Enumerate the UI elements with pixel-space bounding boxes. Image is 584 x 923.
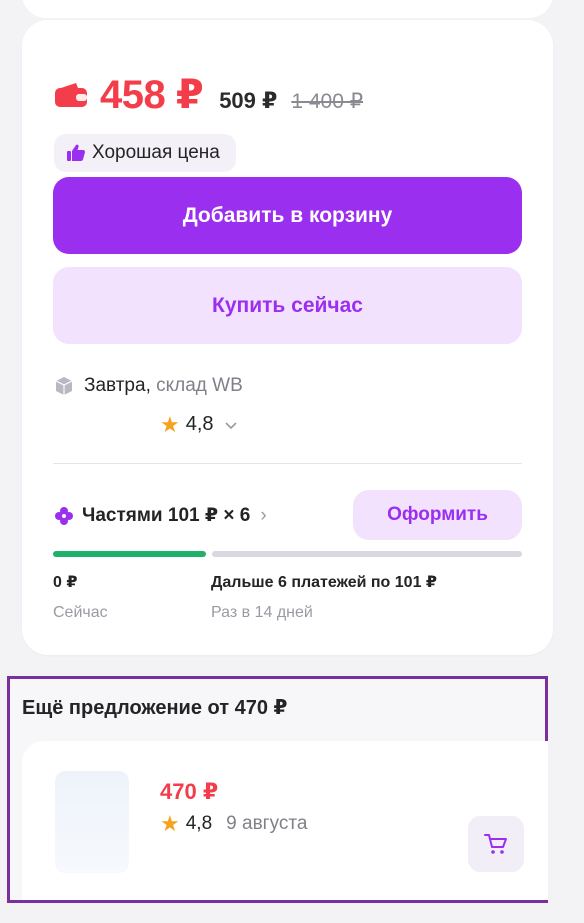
cart-icon	[484, 834, 507, 854]
other-offer-meta: ★ 4,8 9 августа	[160, 813, 307, 835]
payment-later-label: Раз в 14 дней	[211, 604, 313, 621]
wallet-icon	[55, 83, 87, 107]
seller-rating[interactable]: ★ 4,8	[160, 413, 238, 436]
clover-icon	[55, 506, 73, 525]
price-old: 1 400 ₽	[291, 90, 364, 113]
price-without-wallet: 509 ₽	[219, 88, 278, 113]
product-thumbnail[interactable]	[55, 771, 129, 873]
payment-now-label: Сейчас	[53, 604, 108, 621]
delivery-info: Завтра, склад WB	[54, 375, 243, 397]
chevron-down-icon	[224, 421, 237, 429]
installments-label: Частями 101 ₽ × 6	[82, 505, 251, 526]
good-price-label: Хорошая цена	[92, 142, 220, 163]
delivery-separator: ,	[145, 375, 151, 396]
divider	[53, 463, 522, 464]
payment-now-amount: 0 ₽	[53, 574, 78, 591]
payment-now: 0 ₽ Сейчас	[53, 572, 108, 622]
star-icon: ★	[160, 811, 180, 836]
other-offer-title: Ещё предложение от 470 ₽	[22, 697, 288, 719]
good-price-badge: Хорошая цена	[54, 134, 236, 172]
installments-progress-rest	[212, 551, 522, 557]
delivery-day: Завтра	[84, 375, 146, 396]
installments-progress-done	[53, 551, 206, 557]
chevron-right-icon: ›	[260, 504, 267, 526]
seller-rating-value: 4,8	[185, 413, 214, 435]
installments-link[interactable]: Частями 101 ₽ × 6 ›	[54, 504, 267, 527]
other-offer-card[interactable]: 470 ₽ ★ 4,8 9 августа	[22, 741, 548, 900]
delivery-source: склад WB	[156, 375, 243, 396]
add-to-cart-icon-button[interactable]	[468, 816, 524, 872]
star-icon: ★	[160, 411, 180, 437]
other-offer-rating: 4,8	[185, 813, 213, 834]
payment-later: Дальше 6 платежей по 101 ₽ Раз в 14 дней	[211, 572, 437, 622]
buy-box-card: 458 ₽ 509 ₽ 1 400 ₽ Хорошая цена Добавит…	[22, 20, 553, 655]
package-icon	[55, 377, 73, 395]
order-installments-button[interactable]: Оформить	[353, 490, 522, 540]
buy-now-button[interactable]: Купить сейчас	[53, 267, 522, 344]
add-to-cart-button[interactable]: Добавить в корзину	[53, 177, 522, 254]
price-current: 458 ₽	[100, 73, 204, 117]
other-offer-section: Ещё предложение от 470 ₽ 470 ₽ ★ 4,8 9 а…	[7, 676, 548, 903]
thumbs-up-icon	[67, 144, 86, 161]
payment-later-amount: Дальше 6 платежей по 101 ₽	[211, 574, 438, 591]
price-row: 458 ₽ 509 ₽ 1 400 ₽	[54, 72, 363, 118]
other-offer-price: 470 ₽	[160, 779, 219, 804]
other-offer-delivery-date: 9 августа	[226, 813, 308, 834]
previous-card	[22, 0, 553, 18]
